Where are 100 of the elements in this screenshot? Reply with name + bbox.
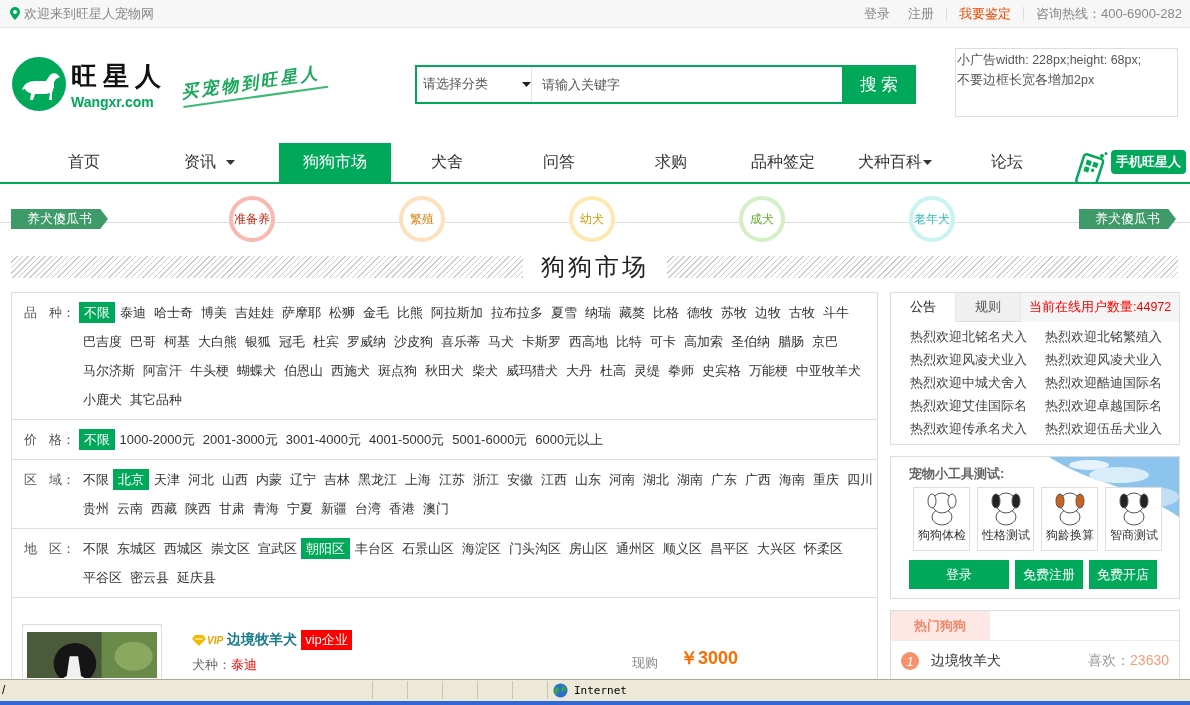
- filter-option[interactable]: 昌平区: [706, 538, 752, 559]
- filter-option[interactable]: 苏牧: [717, 302, 750, 323]
- logo-icon[interactable]: [12, 57, 66, 111]
- filter-option[interactable]: 密云县: [126, 567, 172, 588]
- filter-option[interactable]: 甘肃: [215, 498, 248, 519]
- filter-option[interactable]: 香港: [385, 498, 418, 519]
- filter-option[interactable]: 大兴区: [753, 538, 799, 559]
- filter-option[interactable]: 威玛猎犬: [502, 360, 561, 381]
- filter-option[interactable]: 冠毛: [275, 331, 308, 352]
- filter-option[interactable]: 青海: [249, 498, 282, 519]
- filter-option[interactable]: 巴哥: [126, 331, 159, 352]
- filter-option[interactable]: 罗威纳: [343, 331, 389, 352]
- filter-option[interactable]: 山东: [571, 469, 604, 490]
- filter-option[interactable]: 藏獒: [615, 302, 648, 323]
- filter-option[interactable]: 云南: [113, 498, 146, 519]
- nav-tab[interactable]: 求购: [615, 143, 727, 182]
- filter-option[interactable]: 斗牛: [819, 302, 852, 323]
- filter-option[interactable]: 西城区: [160, 538, 206, 559]
- notice-tab[interactable]: 公告: [891, 293, 956, 322]
- notice-link[interactable]: 热烈欢迎酷迪国际名: [1044, 373, 1179, 392]
- tool-card[interactable]: 智商测试: [1105, 487, 1162, 551]
- filter-option[interactable]: 纳瑞: [581, 302, 614, 323]
- filter-option[interactable]: 2001-3000元: [199, 429, 282, 450]
- notice-link[interactable]: 热烈欢迎中城犬舍入: [910, 373, 1045, 392]
- notice-link[interactable]: 热烈欢迎艾佳国际名: [910, 396, 1045, 415]
- filter-option[interactable]: 比特: [612, 331, 645, 352]
- filter-option[interactable]: 东城区: [113, 538, 159, 559]
- filter-option[interactable]: 陕西: [181, 498, 214, 519]
- filter-option[interactable]: 万能梗: [745, 360, 791, 381]
- filter-option[interactable]: 安徽: [503, 469, 536, 490]
- filter-option[interactable]: 澳门: [419, 498, 452, 519]
- filter-option[interactable]: 通州区: [612, 538, 658, 559]
- filter-option[interactable]: 比格: [649, 302, 682, 323]
- filter-option[interactable]: 6000元以上: [531, 429, 607, 450]
- filter-option[interactable]: 阿拉斯加: [427, 302, 486, 323]
- filter-option[interactable]: 海淀区: [458, 538, 504, 559]
- filter-option[interactable]: 比熊: [393, 302, 426, 323]
- notice-link[interactable]: 热烈欢迎伍岳犬业入: [1044, 419, 1179, 438]
- filter-option[interactable]: 德牧: [683, 302, 716, 323]
- filter-option[interactable]: 高加索: [680, 331, 726, 352]
- filter-option[interactable]: 柴犬: [468, 360, 501, 381]
- tool-card[interactable]: 狗狗体检: [913, 487, 970, 551]
- filter-option[interactable]: 阿富汗: [139, 360, 185, 381]
- filter-option[interactable]: 中亚牧羊犬: [792, 360, 864, 381]
- filter-option[interactable]: 萨摩耶: [278, 302, 324, 323]
- search-bar[interactable]: 请选择分类 请输入关键字 搜 索: [415, 64, 916, 104]
- filter-option[interactable]: 杜高: [596, 360, 629, 381]
- filter-option[interactable]: 房山区: [565, 538, 611, 559]
- filter-option[interactable]: 海南: [775, 469, 808, 490]
- notice-link[interactable]: 热烈欢迎卓越国际名: [1044, 396, 1179, 415]
- filter-option[interactable]: 西施犬: [327, 360, 373, 381]
- dog-name[interactable]: 边境牧羊犬: [931, 652, 1001, 670]
- notice-link[interactable]: 热烈欢迎传承名犬入: [910, 419, 1045, 438]
- nav-tab[interactable]: 犬种百科: [839, 143, 951, 182]
- filter-option[interactable]: 卡斯罗: [518, 331, 564, 352]
- filter-option[interactable]: 小鹿犬: [79, 389, 125, 410]
- filter-option[interactable]: 江西: [537, 469, 570, 490]
- notice-tab[interactable]: 规则: [956, 293, 1021, 322]
- stage-circle[interactable]: 准备养: [229, 196, 275, 242]
- top-link[interactable]: 注册: [908, 4, 935, 23]
- filter-option[interactable]: 松狮: [325, 302, 358, 323]
- filter-option[interactable]: 边牧: [751, 302, 784, 323]
- filter-option[interactable]: 史宾格: [698, 360, 744, 381]
- filter-option[interactable]: 3001-4000元: [282, 429, 365, 450]
- filter-option[interactable]: 西高地: [565, 331, 611, 352]
- filter-option[interactable]: 伯恩山: [280, 360, 326, 381]
- filter-option[interactable]: 泰迪: [116, 302, 149, 323]
- filter-option[interactable]: 崇文区: [207, 538, 253, 559]
- filter-option[interactable]: 西藏: [147, 498, 180, 519]
- filter-option[interactable]: 江苏: [435, 469, 468, 490]
- filter-option[interactable]: 拉布拉多: [487, 302, 546, 323]
- filter-option[interactable]: 斑点狗: [374, 360, 420, 381]
- filter-option[interactable]: 喜乐蒂: [437, 331, 483, 352]
- filter-option[interactable]: 贵州: [79, 498, 112, 519]
- filter-option[interactable]: 柯基: [160, 331, 193, 352]
- filter-option[interactable]: 延庆县: [173, 567, 219, 588]
- tool-card[interactable]: 性格测试: [977, 487, 1034, 551]
- filter-option[interactable]: 夏雪: [547, 302, 580, 323]
- filter-option[interactable]: 可卡: [646, 331, 679, 352]
- nav-tab[interactable]: 犬舍: [391, 143, 503, 182]
- top-link[interactable]: 登录: [864, 4, 891, 23]
- filter-option[interactable]: 腊肠: [774, 331, 807, 352]
- filter-option[interactable]: 上海: [401, 469, 434, 490]
- notice-link[interactable]: 热烈欢迎风凌犬业入: [910, 350, 1045, 369]
- listing-title[interactable]: 边境牧羊犬: [227, 631, 298, 649]
- filter-option[interactable]: 不限: [79, 469, 112, 490]
- filter-option[interactable]: 新疆: [317, 498, 350, 519]
- filter-option[interactable]: 河北: [184, 469, 217, 490]
- filter-option[interactable]: 石景山区: [398, 538, 457, 559]
- notice-link[interactable]: 热烈欢迎北铭繁殖入: [1044, 327, 1179, 346]
- nav-tab[interactable]: 品种签定: [727, 143, 839, 182]
- filter-option[interactable]: 大丹: [562, 360, 595, 381]
- filter-option[interactable]: 马尔济斯: [79, 360, 138, 381]
- filter-option[interactable]: 湖北: [639, 469, 672, 490]
- filter-option[interactable]: 牛头梗: [186, 360, 232, 381]
- filter-option[interactable]: 5001-6000元: [448, 429, 531, 450]
- filter-option[interactable]: 门头沟区: [505, 538, 564, 559]
- notice-link[interactable]: 热烈欢迎北铭名犬入: [910, 327, 1045, 346]
- notice-link[interactable]: 热烈欢迎风凌犬业入: [1044, 350, 1179, 369]
- filter-option[interactable]: 吉娃娃: [231, 302, 277, 323]
